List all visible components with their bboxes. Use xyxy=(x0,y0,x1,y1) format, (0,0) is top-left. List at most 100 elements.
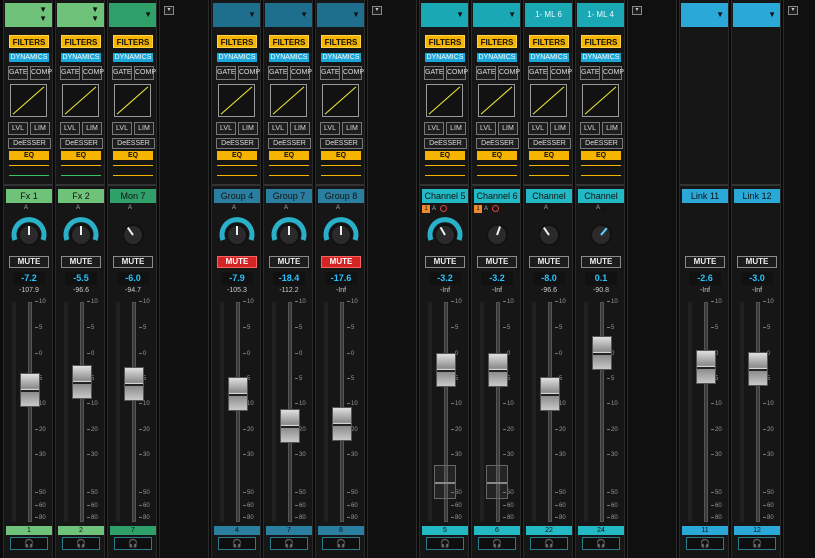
gate-button[interactable]: GATE xyxy=(476,66,496,80)
headphone-button[interactable]: 🎧 xyxy=(582,537,620,550)
lvl-button[interactable]: LVL xyxy=(320,122,340,135)
headphone-button[interactable]: 🎧 xyxy=(686,537,724,550)
comp-button[interactable]: COMP xyxy=(134,66,156,80)
filters-button[interactable]: FILTERS xyxy=(581,35,621,48)
mute-button[interactable]: MUTE xyxy=(61,256,101,268)
mute-button[interactable]: MUTE xyxy=(9,256,49,268)
collapse-arrow-icon[interactable]: ▾ xyxy=(788,6,798,15)
lim-button[interactable]: LIM xyxy=(30,122,50,135)
eq-button[interactable]: EQ xyxy=(529,151,569,160)
filters-button[interactable]: FILTERS xyxy=(477,35,517,48)
fader-handle[interactable] xyxy=(488,353,508,387)
lim-button[interactable]: LIM xyxy=(602,122,622,135)
comp-button[interactable]: COMP xyxy=(290,66,312,80)
mute-button[interactable]: MUTE xyxy=(321,256,361,268)
volume-value[interactable]: -17.6 xyxy=(325,272,357,285)
mute-button[interactable]: MUTE xyxy=(477,256,517,268)
fader-handle[interactable] xyxy=(228,376,248,411)
pan-knob[interactable] xyxy=(581,213,621,253)
deesser-button[interactable]: DeESSER xyxy=(528,138,571,149)
dynamics-button[interactable]: DYNAMICS xyxy=(425,53,465,62)
mute-button[interactable]: MUTE xyxy=(581,256,621,268)
collapse-arrow-icon[interactable]: ▾ xyxy=(632,6,642,15)
comp-button[interactable]: COMP xyxy=(446,66,468,80)
output-selector[interactable]: 1- ML 4 xyxy=(577,3,624,27)
output-selector[interactable]: ▼ xyxy=(733,3,780,27)
output-selector[interactable]: ▼ xyxy=(473,3,520,27)
comp-button[interactable]: COMP xyxy=(550,66,572,80)
fader-handle[interactable] xyxy=(436,353,456,387)
headphone-button[interactable]: 🎧 xyxy=(426,537,464,550)
output-selector[interactable]: ▼ ▼ xyxy=(5,3,52,27)
deesser-button[interactable]: DeESSER xyxy=(424,138,467,149)
filters-button[interactable]: FILTERS xyxy=(269,35,309,48)
pan-knob[interactable] xyxy=(425,213,465,253)
output-selector[interactable]: ▼ xyxy=(213,3,260,27)
fader-handle[interactable] xyxy=(124,367,144,401)
volume-value[interactable]: -3.0 xyxy=(741,272,773,285)
comp-button[interactable]: COMP xyxy=(238,66,260,80)
filters-button[interactable]: FILTERS xyxy=(425,35,465,48)
collapse-arrow-icon[interactable]: ▾ xyxy=(372,6,382,15)
eq-button[interactable]: EQ xyxy=(477,151,517,160)
volume-value[interactable]: -7.9 xyxy=(221,272,253,285)
headphone-button[interactable]: 🎧 xyxy=(62,537,100,550)
deesser-button[interactable]: DeESSER xyxy=(580,138,623,149)
dynamics-button[interactable]: DYNAMICS xyxy=(269,53,309,62)
dynamics-button[interactable]: DYNAMICS xyxy=(9,53,49,62)
fader-handle[interactable] xyxy=(592,336,612,371)
pan-knob[interactable] xyxy=(477,213,517,253)
lvl-button[interactable]: LVL xyxy=(580,122,600,135)
eq-button[interactable]: EQ xyxy=(581,151,621,160)
mute-button[interactable]: MUTE xyxy=(425,256,465,268)
output-selector[interactable]: ▼ xyxy=(681,3,728,27)
headphone-button[interactable]: 🎧 xyxy=(478,537,516,550)
eq-button[interactable]: EQ xyxy=(425,151,465,160)
filters-button[interactable]: FILTERS xyxy=(529,35,569,48)
pan-knob[interactable] xyxy=(529,213,569,253)
comp-button[interactable]: COMP xyxy=(342,66,364,80)
headphone-button[interactable]: 🎧 xyxy=(10,537,48,550)
eq-button[interactable]: EQ xyxy=(269,151,309,160)
fader-handle[interactable] xyxy=(332,406,352,441)
gate-button[interactable]: GATE xyxy=(320,66,340,80)
mute-button[interactable]: MUTE xyxy=(737,256,777,268)
eq-button[interactable]: EQ xyxy=(321,151,361,160)
deesser-button[interactable]: DeESSER xyxy=(112,138,155,149)
pan-knob[interactable] xyxy=(321,213,361,253)
gate-button[interactable]: GATE xyxy=(112,66,132,80)
collapse-arrow-icon[interactable]: ▾ xyxy=(164,6,174,15)
filters-button[interactable]: FILTERS xyxy=(113,35,153,48)
fader-handle[interactable] xyxy=(696,350,716,384)
lvl-button[interactable]: LVL xyxy=(476,122,496,135)
dynamics-button[interactable]: DYNAMICS xyxy=(321,53,361,62)
volume-value[interactable]: -6.0 xyxy=(117,272,149,285)
fader-handle[interactable] xyxy=(20,373,40,407)
comp-button[interactable]: COMP xyxy=(498,66,520,80)
headphone-button[interactable]: 🎧 xyxy=(738,537,776,550)
mute-button[interactable]: MUTE xyxy=(113,256,153,268)
lim-button[interactable]: LIM xyxy=(82,122,102,135)
lim-button[interactable]: LIM xyxy=(550,122,570,135)
output-selector[interactable]: ▼ xyxy=(317,3,364,27)
lvl-button[interactable]: LVL xyxy=(112,122,132,135)
mute-button[interactable]: MUTE xyxy=(685,256,725,268)
output-selector[interactable]: ▼ ▼ xyxy=(57,3,104,27)
deesser-button[interactable]: DeESSER xyxy=(8,138,51,149)
lvl-button[interactable]: LVL xyxy=(268,122,288,135)
lvl-button[interactable]: LVL xyxy=(216,122,236,135)
dynamics-button[interactable]: DYNAMICS xyxy=(217,53,257,62)
pan-knob[interactable] xyxy=(269,213,309,253)
lvl-button[interactable]: LVL xyxy=(528,122,548,135)
mute-button[interactable]: MUTE xyxy=(217,256,257,268)
dynamics-button[interactable]: DYNAMICS xyxy=(477,53,517,62)
gate-button[interactable]: GATE xyxy=(580,66,600,80)
eq-button[interactable]: EQ xyxy=(9,151,49,160)
deesser-button[interactable]: DeESSER xyxy=(268,138,311,149)
deesser-button[interactable]: DeESSER xyxy=(216,138,259,149)
output-selector[interactable]: 1- ML 6 xyxy=(525,3,572,27)
fader-handle[interactable] xyxy=(540,377,560,411)
gate-button[interactable]: GATE xyxy=(216,66,236,80)
headphone-button[interactable]: 🎧 xyxy=(218,537,256,550)
deesser-button[interactable]: DeESSER xyxy=(60,138,103,149)
